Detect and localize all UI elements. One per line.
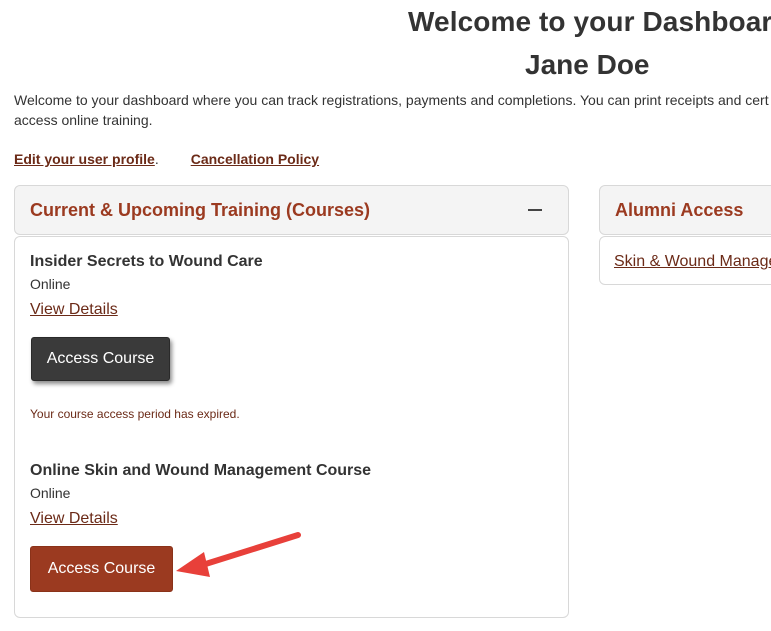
profile-links: Edit your user profile. Cancellation Poli… <box>14 151 319 167</box>
cancellation-policy-link[interactable]: Cancellation Policy <box>191 151 319 167</box>
current-training-header[interactable]: Current & Upcoming Training (Courses) <box>14 185 569 235</box>
intro-line-2: access online training. <box>14 112 153 128</box>
course-1-expired-notice: Your course access period has expired. <box>30 407 240 421</box>
course-2-mode: Online <box>30 485 71 501</box>
user-name: Jane Doe <box>525 49 650 80</box>
intro-text: Welcome to your dashboard where you can … <box>14 90 771 130</box>
edit-profile-link[interactable]: Edit your user profile <box>14 151 155 167</box>
current-training-title: Current & Upcoming Training (Courses) <box>30 200 371 220</box>
course-2-access-course-button[interactable]: Access Course <box>30 546 173 592</box>
course-1-title: Insider Secrets to Wound Care <box>30 253 263 270</box>
course-1-mode: Online <box>30 276 71 292</box>
alumni-access-header[interactable]: Alumni Access <box>599 185 771 235</box>
intro-line-1: Welcome to your dashboard where you can … <box>14 92 769 108</box>
course-2-view-details-link[interactable]: View Details <box>30 510 118 528</box>
alumni-access-body: Skin & Wound Manage <box>599 236 771 285</box>
current-training-body: Insider Secrets to Wound Care Online Vie… <box>14 236 569 618</box>
collapse-minus-icon[interactable] <box>528 198 544 220</box>
page-title: Welcome to your Dashboard <box>408 6 771 37</box>
course-2-title: Online Skin and Wound Management Course <box>30 462 372 479</box>
course-1-access-course-button[interactable]: Access Course <box>31 337 170 381</box>
course-1-view-details-link[interactable]: View Details <box>30 301 118 319</box>
alumni-access-title: Alumni Access <box>615 200 744 220</box>
dashboard-page: Welcome to your Dashboard Jane Doe Welco… <box>0 0 771 631</box>
alumni-course-link[interactable]: Skin & Wound Manage <box>614 253 771 271</box>
edit-profile-suffix: . <box>154 151 159 167</box>
